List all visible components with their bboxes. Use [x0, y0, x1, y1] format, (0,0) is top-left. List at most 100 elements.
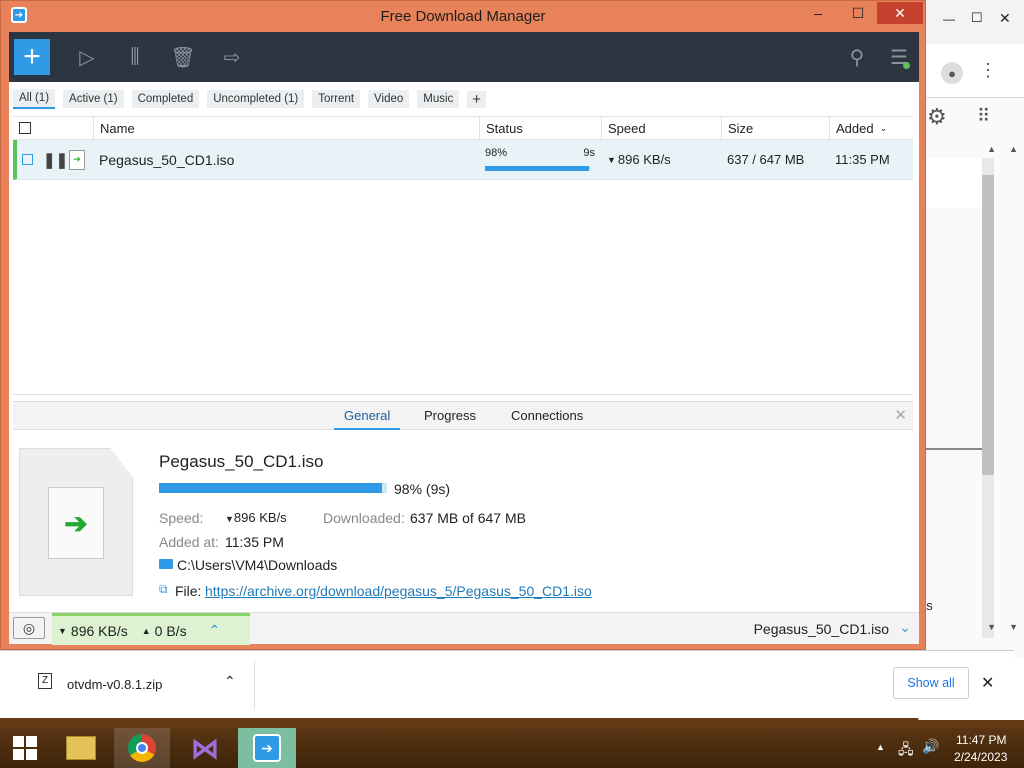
delete-icon[interactable]: 🗑 — [165, 39, 201, 75]
column-status[interactable]: Status — [479, 117, 601, 139]
chrome-minimize-button[interactable]: — — [943, 12, 955, 26]
filter-all[interactable]: All (1) — [13, 89, 56, 109]
chevron-down-icon[interactable]: ⌄ — [899, 619, 911, 636]
snail-speed-icon[interactable]: ◎ — [13, 617, 45, 639]
profile-icon[interactable]: ● — [941, 62, 963, 84]
file-label: File: — [175, 583, 202, 599]
show-all-button[interactable]: Show all — [893, 667, 969, 699]
network-icon[interactable]: 🖧 — [898, 739, 914, 763]
resume-icon[interactable]: ▷ — [69, 39, 105, 75]
filter-torrent[interactable]: Torrent — [312, 90, 361, 108]
sort-chevron-icon: ⌄ — [879, 122, 888, 133]
up-arrow-icon: ▲ — [141, 625, 151, 636]
file-explorer-icon[interactable] — [60, 728, 102, 768]
down-arrow-icon: ▼ — [225, 514, 234, 524]
details-name: Pegasus_50_CD1.iso — [159, 452, 324, 471]
move-folder-icon[interactable]: ⇨ — [214, 39, 250, 75]
fdm-taskbar-icon[interactable]: ➔ — [238, 728, 296, 768]
filter-uncompleted[interactable]: Uncompleted (1) — [207, 90, 305, 108]
menu-dots-icon[interactable]: ⋮ — [979, 60, 997, 81]
details-folder[interactable]: C:\Users\VM4\Downloads — [177, 557, 337, 573]
details-panel: General Progress Connections ✕ ➔ Pegasus… — [13, 401, 913, 607]
maximize-button[interactable]: ☐ — [843, 1, 873, 25]
details-progress-text: 98% (9s) — [394, 481, 451, 497]
close-button[interactable]: ✕ — [877, 2, 923, 24]
row-checkbox[interactable] — [22, 140, 33, 179]
filter-bar: All (1) Active (1) Completed Uncompleted… — [9, 82, 919, 116]
details-tabs: General Progress Connections ✕ — [13, 402, 913, 430]
visual-studio-icon[interactable]: ⋈ — [182, 728, 228, 768]
scrollbar-thumb[interactable] — [982, 175, 994, 475]
column-header: Name Status Speed Size Added ⌄ — [13, 116, 913, 140]
filter-music[interactable]: Music — [417, 90, 460, 108]
taskbar: ⋈ ➔ ▲ 🖧 🔊 11:47 PM 2/24/2023 — [0, 728, 1024, 768]
download-name: Pegasus_50_CD1.iso — [99, 151, 235, 168]
details-speed: ▼896 KB/s — [225, 510, 287, 525]
shelf-chevron-up-icon[interactable]: ⌃ — [224, 673, 236, 690]
row-size: 637 / 647 MB — [727, 152, 805, 167]
row-added: 11:35 PM — [835, 152, 890, 167]
minimize-button[interactable]: ‒ — [803, 1, 833, 25]
settings-gear-icon[interactable]: ⚙ — [927, 104, 947, 130]
total-up-speed: 0 B/s — [154, 622, 187, 639]
down-arrow-icon: ▼ — [58, 625, 67, 636]
close-details-icon[interactable]: ✕ — [894, 406, 907, 424]
speed-summary[interactable]: ▼ 896 KB/s ▲ 0 B/s ⌃ — [52, 613, 250, 645]
column-name[interactable]: Name — [93, 117, 479, 139]
add-download-button[interactable]: + — [14, 39, 50, 75]
details-url[interactable]: https://archive.org/download/pegasus_5/P… — [205, 583, 592, 599]
chrome-maximize-button[interactable]: ☐ — [971, 10, 983, 26]
speed-label: Speed: — [159, 510, 204, 526]
status-progress-fill — [485, 166, 589, 171]
scroll-up-arrow-icon[interactable]: ▲ — [987, 144, 996, 154]
status-bar: ◎ ▼ 896 KB/s ▲ 0 B/s ⌃ Pegasus_50_CD1.iso … — [9, 612, 919, 645]
row-speed: 896 KB/s — [617, 152, 671, 167]
status-eta: 9s — [583, 147, 595, 159]
menu-icon[interactable]: ☰ — [881, 39, 917, 75]
column-added-label: Added — [836, 120, 874, 136]
large-file-icon: ➔ — [19, 448, 133, 596]
title-bar: ➔ Free Download Manager ‒ ☐ ✕ — [1, 1, 925, 32]
filter-active[interactable]: Active (1) — [63, 90, 124, 108]
current-download: Pegasus_50_CD1.iso — [753, 621, 889, 637]
scroll-down-arrow-icon[interactable]: ▼ — [1009, 622, 1018, 632]
filter-completed[interactable]: Completed — [131, 90, 200, 108]
scroll-up-arrow-icon[interactable]: ▲ — [1009, 144, 1018, 154]
external-link-icon: ⧉ — [159, 582, 168, 596]
tab-general[interactable]: General — [334, 408, 401, 430]
status-dot-icon — [903, 62, 910, 69]
column-added[interactable]: Added ⌄ — [829, 117, 913, 139]
filter-video[interactable]: Video — [368, 90, 410, 108]
status-percent: 98% — [485, 147, 508, 159]
pause-columns-icon[interactable]: ⫼ — [117, 39, 153, 75]
window-title: Free Download Manager — [380, 8, 546, 25]
windows-logo-icon — [13, 736, 37, 760]
add-filter-button[interactable]: + — [467, 90, 487, 108]
tab-connections[interactable]: Connections — [511, 408, 583, 423]
tray-chevron-icon[interactable]: ▲ — [876, 742, 885, 752]
scroll-down-arrow-icon[interactable]: ▼ — [987, 622, 996, 632]
app-body: + ▷ ⫼ 🗑 ⇨ ⚲ ☰ All (1) Active (1) Complet… — [9, 32, 919, 645]
chrome-close-button[interactable]: ✕ — [999, 10, 1011, 27]
select-all-checkbox[interactable] — [13, 117, 31, 139]
chrome-taskbar-icon[interactable] — [114, 728, 170, 768]
clock-time[interactable]: 11:47 PM — [956, 733, 1006, 747]
column-size[interactable]: Size — [721, 117, 829, 139]
apps-grid-icon[interactable]: ⠿ — [977, 106, 990, 127]
pause-icon[interactable]: ❚❚ — [43, 140, 68, 179]
volume-icon[interactable]: 🔊 — [922, 738, 939, 755]
column-speed[interactable]: Speed — [601, 117, 721, 139]
tab-progress[interactable]: Progress — [424, 408, 476, 423]
added-label: Added at: — [159, 534, 219, 550]
start-button[interactable] — [4, 728, 46, 768]
folder-icon — [159, 559, 173, 569]
search-icon[interactable]: ⚲ — [839, 39, 875, 75]
details-downloaded: 637 MB of 647 MB — [410, 510, 526, 526]
status-cell: 98% 9s — [485, 140, 595, 179]
chevron-up-icon[interactable]: ⌃ — [209, 622, 221, 639]
download-row[interactable]: ❚❚ ➔ Pegasus_50_CD1.iso 98% 9s ▼ 896 KB/s… — [13, 140, 913, 180]
shelf-filename[interactable]: otvdm-v0.8.1.zip — [67, 677, 162, 692]
close-shelf-icon[interactable]: ✕ — [981, 673, 994, 693]
details-speed-value: 896 KB/s — [233, 510, 287, 525]
clock-date[interactable]: 2/24/2023 — [954, 750, 1007, 764]
